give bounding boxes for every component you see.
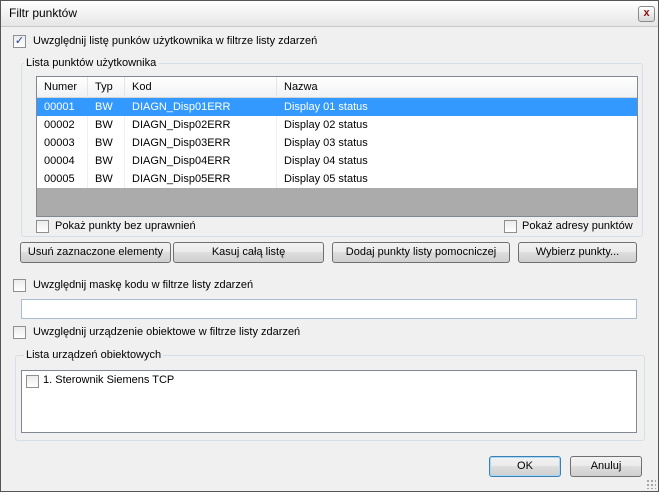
checkmark-icon: ✓ [14, 35, 25, 47]
show-no-permission-label[interactable]: Pokaż punkty bez uprawnień [55, 220, 196, 232]
close-icon[interactable]: x [638, 6, 655, 22]
user-points-group-label: Lista punktów użytkownika [24, 57, 159, 69]
table-row[interactable]: 00004 BW DIAGN_Disp04ERR Display 04 stat… [37, 152, 637, 170]
column-header-numer[interactable]: Numer [37, 77, 88, 98]
cell-kod: DIAGN_Disp01ERR [132, 101, 231, 113]
add-aux-points-button[interactable]: Dodaj punkty listy pomocniczej [332, 242, 510, 263]
table-row[interactable]: 00002 BW DIAGN_Disp02ERR Display 02 stat… [37, 116, 637, 134]
cancel-button[interactable]: Anuluj [570, 456, 642, 477]
include-devices-label[interactable]: Uwzględnij urządzenie obiektowe w filtrz… [33, 326, 300, 338]
table-row[interactable]: 00003 BW DIAGN_Disp03ERR Display 03 stat… [37, 134, 637, 152]
table-row[interactable]: 00005 BW DIAGN_Disp05ERR Display 05 stat… [37, 170, 637, 188]
cell-kod: DIAGN_Disp02ERR [125, 116, 277, 134]
cell-typ: BW [88, 134, 125, 152]
include-user-points-checkbox[interactable]: ✓ [13, 35, 26, 48]
show-no-permission-checkbox[interactable] [36, 220, 49, 233]
cell-numer: 00004 [37, 152, 88, 170]
cell-numer: 00003 [37, 134, 88, 152]
window-title: Filtr punktów [9, 6, 78, 20]
include-devices-checkbox[interactable] [13, 326, 26, 339]
column-header-nazwa[interactable]: Nazwa [277, 77, 637, 98]
device-checkbox[interactable] [26, 375, 39, 388]
title-bar[interactable]: Filtr punktów x [1, 1, 658, 27]
show-addresses-checkbox[interactable] [504, 220, 517, 233]
cell-typ: BW [88, 116, 125, 134]
select-points-button[interactable]: Wybierz punkty... [518, 242, 637, 263]
cell-numer: 00001 [44, 101, 75, 113]
include-user-points-label[interactable]: Uwzględnij listę punków użytkownika w fi… [33, 35, 317, 47]
include-code-mask-checkbox[interactable] [13, 279, 26, 292]
list-header: Numer Typ Kod Nazwa [37, 77, 637, 98]
ok-button[interactable]: OK [489, 456, 561, 477]
cell-kod: DIAGN_Disp03ERR [125, 134, 277, 152]
cell-numer: 00005 [37, 170, 88, 188]
devices-list[interactable]: 1. Sterownik Siemens TCP [21, 370, 637, 433]
column-header-kod[interactable]: Kod [125, 77, 277, 98]
cell-nazwa: Display 02 status [284, 119, 368, 131]
user-points-list[interactable]: Numer Typ Kod Nazwa 00001 BW DIAGN_Disp0… [36, 76, 638, 217]
resize-grip-icon[interactable] [646, 479, 656, 489]
table-row[interactable]: 00001 BW DIAGN_Disp01ERR Display 01 stat… [37, 98, 637, 116]
cell-nazwa: Display 01 status [284, 101, 368, 113]
cell-kod: DIAGN_Disp05ERR [125, 170, 277, 188]
cell-typ: BW [88, 152, 125, 170]
clear-list-button[interactable]: Kasuj całą listę [173, 242, 324, 263]
cell-nazwa: Display 05 status [284, 173, 368, 185]
include-code-mask-label[interactable]: Uwzględnij maskę kodu w filtrze listy zd… [33, 279, 253, 291]
code-mask-input[interactable] [21, 299, 637, 319]
cell-nazwa: Display 04 status [284, 155, 368, 167]
cell-kod: DIAGN_Disp04ERR [125, 152, 277, 170]
filter-dialog: Filtr punktów x ✓ Uwzględnij listę punkó… [0, 0, 659, 492]
cell-typ: BW [88, 170, 125, 188]
list-item[interactable]: 1. Sterownik Siemens TCP [43, 374, 174, 386]
cell-numer: 00002 [37, 116, 88, 134]
cell-typ: BW [95, 101, 113, 113]
cell-nazwa: Display 03 status [284, 137, 368, 149]
show-addresses-label[interactable]: Pokaż adresy punktów [522, 220, 633, 232]
remove-selected-button[interactable]: Usuń zaznaczone elementy [20, 242, 171, 263]
devices-group-label: Lista urządzeń obiektowych [24, 349, 164, 361]
column-header-typ[interactable]: Typ [88, 77, 125, 98]
